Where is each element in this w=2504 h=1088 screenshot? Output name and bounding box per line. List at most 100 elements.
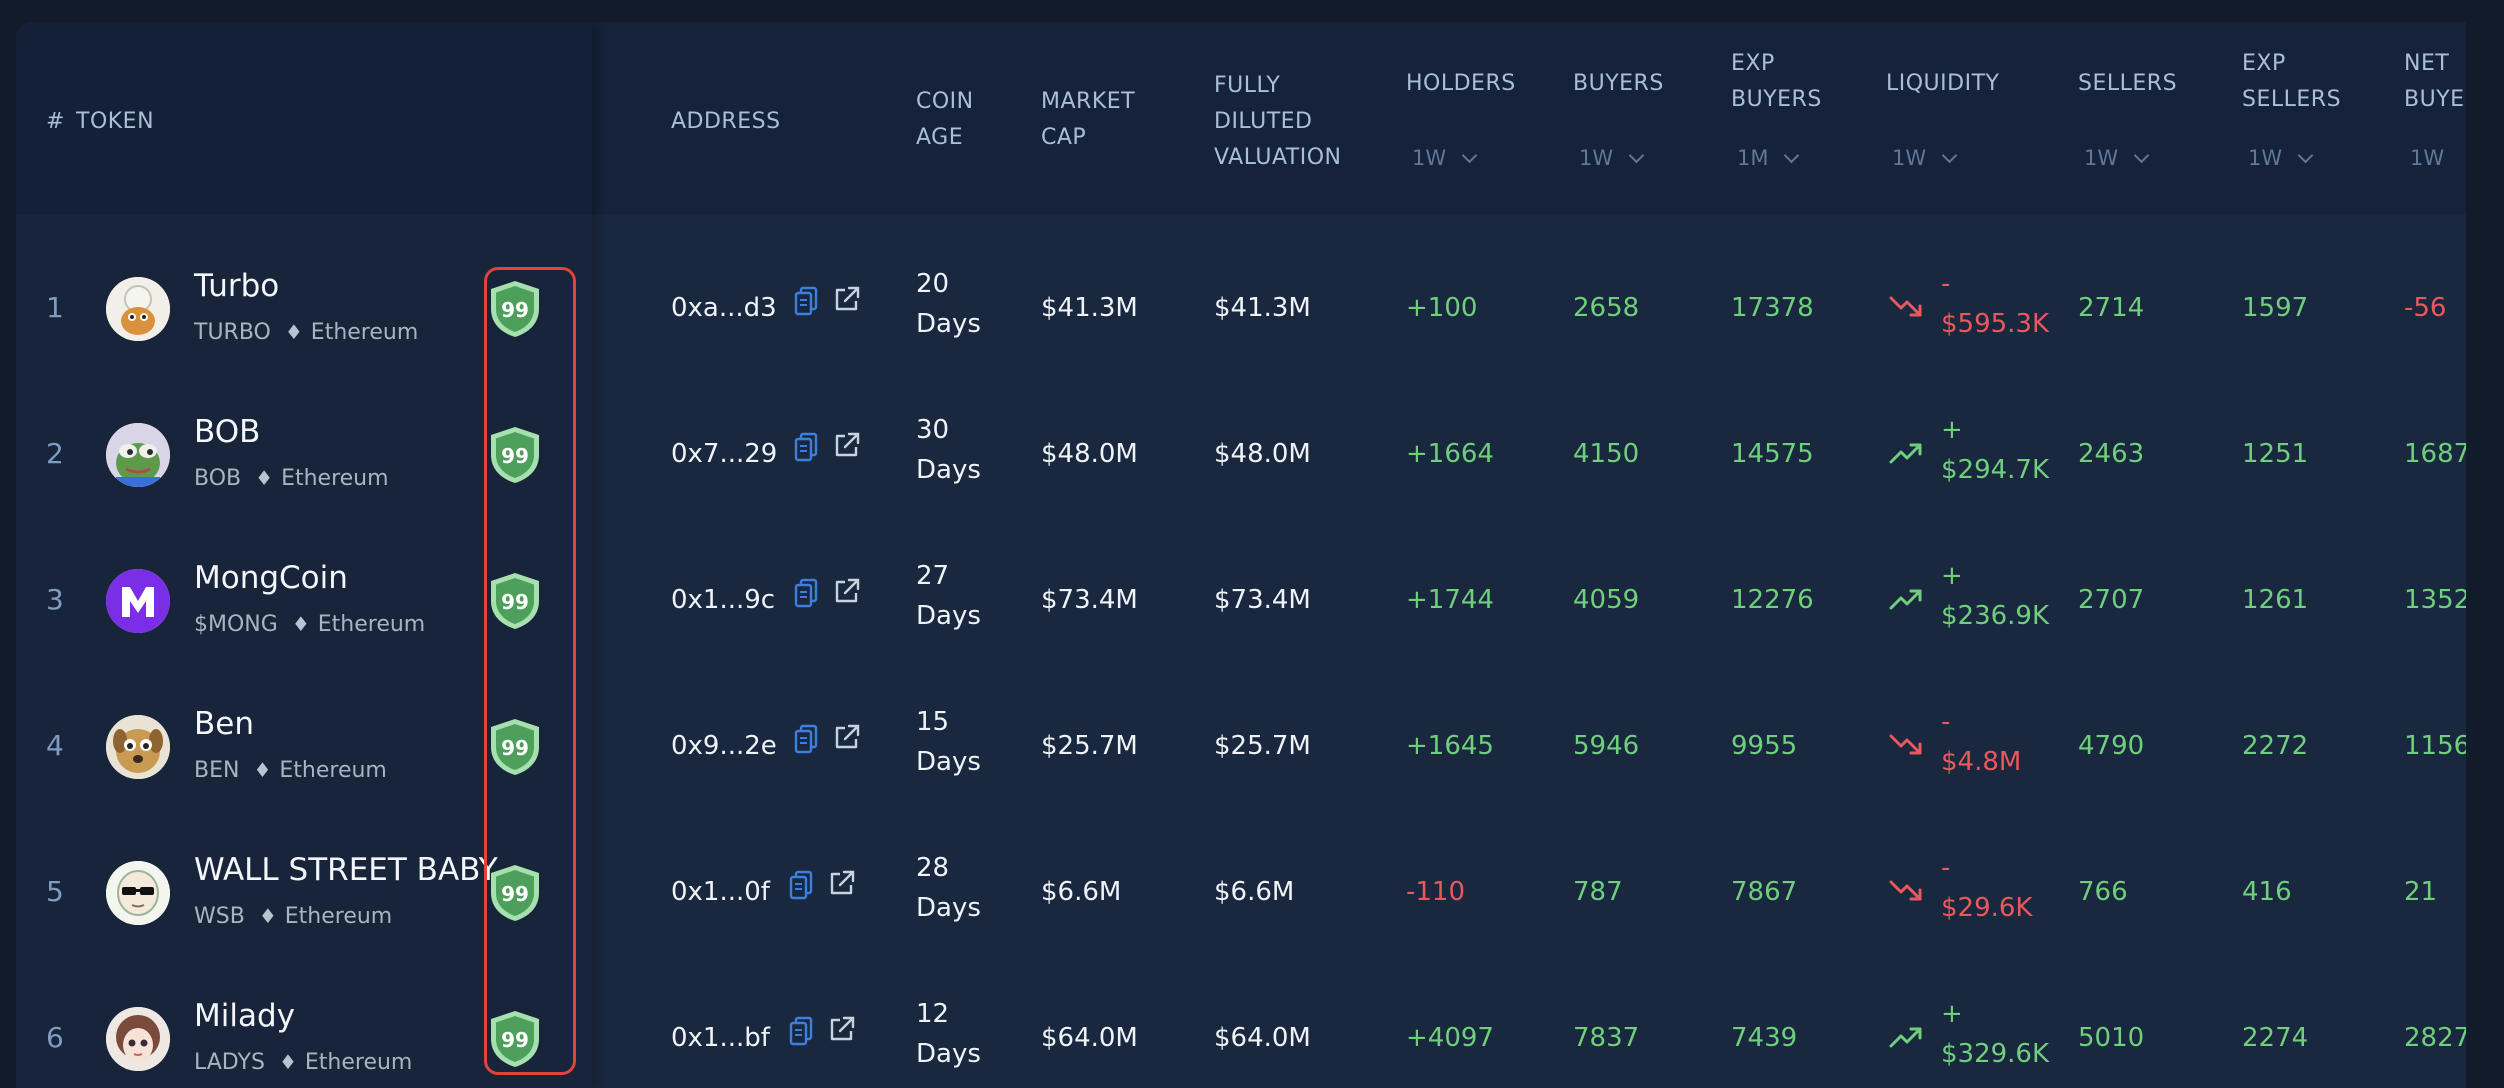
holders-value: +1744 <box>1406 585 1494 615</box>
token-name[interactable]: Milady <box>194 996 295 1036</box>
token-name[interactable]: BOB <box>194 412 260 452</box>
table-row[interactable]: 6 Milady LADYS ♦ Ethereum 99 0x1...bf 12 D… <box>16 966 2466 1088</box>
score-shield-icon[interactable]: 99 <box>488 717 542 777</box>
liquidity-amount: $294.7K <box>1941 455 2050 485</box>
header-fdv[interactable]: FULLY DILUTED VALUATION <box>1214 68 1342 176</box>
header-address: ADDRESS <box>671 109 781 134</box>
header-sellers[interactable]: SELLERS <box>2078 66 2177 102</box>
holders-value: +4097 <box>1406 1023 1494 1053</box>
exp-buyers-value: 7867 <box>1731 877 1798 907</box>
token-chain: Ethereum <box>317 612 426 637</box>
row-rank: 4 <box>46 729 64 762</box>
token-chain: Ethereum <box>279 758 387 783</box>
holders-period-select[interactable]: 1W <box>1412 146 1478 170</box>
buyers-value: 4150 <box>1573 439 1640 469</box>
coin-age-unit: Days <box>916 893 981 923</box>
holders-value: +1664 <box>1406 439 1494 469</box>
header-liquidity[interactable]: LIQUIDITY <box>1886 66 1999 102</box>
header-market-cap[interactable]: MARKET CAP <box>1041 84 1135 156</box>
buyers-period-select[interactable]: 1W <box>1579 146 1645 170</box>
table-row[interactable]: 5 WALL STREET BABY WSB ♦ Ethereum 99 0x1..… <box>16 820 2466 966</box>
liquidity-period-select[interactable]: 1W <box>1892 146 1958 170</box>
score-shield-icon[interactable]: 99 <box>488 863 542 923</box>
header-holders[interactable]: HOLDERS <box>1406 66 1516 102</box>
sellers-period-select[interactable]: 1W <box>2084 146 2150 170</box>
header-coin-age-line1: COIN <box>916 89 974 114</box>
sellers-value: 766 <box>2078 877 2128 907</box>
market-cap: $64.0M <box>1041 1023 1138 1053</box>
external-link-icon[interactable] <box>832 576 862 606</box>
token-sub: BEN ♦ Ethereum <box>194 750 387 791</box>
score-shield-icon[interactable]: 99 <box>488 571 542 631</box>
liquidity-value: + $236.9K <box>1941 556 2049 636</box>
score-value: 99 <box>501 736 529 760</box>
liquidity-value: - $29.6K <box>1941 848 2032 928</box>
market-cap: $73.4M <box>1041 585 1138 615</box>
copy-icon[interactable] <box>789 1016 813 1046</box>
external-link-icon[interactable] <box>832 284 862 314</box>
coin-age: 28 Days <box>916 848 981 928</box>
table-row[interactable]: 2 BOB BOB ♦ Ethereum 99 0x7...29 30 Days $… <box>16 382 2466 528</box>
external-link-icon[interactable] <box>832 722 862 752</box>
exp-sellers-period-select[interactable]: 1W <box>2248 146 2314 170</box>
header-coin-age[interactable]: COIN AGE <box>916 84 974 156</box>
token-name[interactable]: Ben <box>194 704 254 744</box>
table-row[interactable]: 4 Ben BEN ♦ Ethereum 99 0x9...2e 15 Days $… <box>16 674 2466 820</box>
turbo-toad-avatar <box>106 277 170 341</box>
score-shield-icon[interactable]: 99 <box>488 425 542 485</box>
market-cap: $6.6M <box>1041 877 1122 907</box>
coin-age: 30 Days <box>916 410 981 490</box>
external-link-icon[interactable] <box>827 1014 857 1044</box>
header-net-buyers[interactable]: NET BUYERS <box>2404 46 2466 118</box>
buyers-value: 7837 <box>1573 1023 1640 1053</box>
copy-icon[interactable] <box>794 432 818 462</box>
copy-icon[interactable] <box>789 870 813 900</box>
liquidity-sign: - <box>1941 853 1951 883</box>
token-address[interactable]: 0x9...2e <box>671 726 777 766</box>
buyers-value: 787 <box>1573 877 1623 907</box>
exp-sellers-value: 1597 <box>2242 293 2309 323</box>
sellers-value: 2714 <box>2078 293 2145 323</box>
copy-icon[interactable] <box>794 578 818 608</box>
token-name[interactable]: WALL STREET BABY <box>194 850 498 890</box>
token-name[interactable]: Turbo <box>194 266 279 306</box>
liquidity-amount: $29.6K <box>1941 893 2033 923</box>
net-buyers-period-select[interactable]: 1W <box>2410 146 2444 170</box>
liquidity-trend-icon <box>1889 734 1922 755</box>
score-shield-icon[interactable]: 99 <box>488 1009 542 1069</box>
token-address[interactable]: 0xa...d3 <box>671 288 777 328</box>
baby-avatar <box>106 861 170 925</box>
chevron-down-icon <box>1784 147 1800 164</box>
exp-buyers-value: 17378 <box>1731 293 1814 323</box>
score-shield-icon[interactable]: 99 <box>488 279 542 339</box>
copy-icon[interactable] <box>794 724 818 754</box>
external-link-icon[interactable] <box>832 430 862 460</box>
liquidity-amount: $329.6K <box>1941 1039 2050 1069</box>
copy-icon[interactable] <box>794 286 818 316</box>
token-name[interactable]: MongCoin <box>194 558 348 598</box>
external-link-icon[interactable] <box>827 868 857 898</box>
token-address[interactable]: 0x7...29 <box>671 434 777 474</box>
token-address[interactable]: 0x1...0f <box>671 872 770 912</box>
exp-buyers-period-select[interactable]: 1M <box>1737 146 1800 170</box>
token-address[interactable]: 0x1...bf <box>671 1018 770 1058</box>
token-symbol: TURBO <box>194 320 271 345</box>
header-exp-buyers[interactable]: EXP BUYERS <box>1731 46 1822 118</box>
row-rank: 3 <box>46 583 64 616</box>
mong-m-avatar <box>106 569 170 633</box>
token-address[interactable]: 0x1...9c <box>671 580 775 620</box>
chevron-down-icon <box>2297 147 2314 164</box>
table-row[interactable]: 1 Turbo TURBO ♦ Ethereum 99 0xa...d3 20 Da… <box>16 236 2466 382</box>
chevron-down-icon <box>1941 147 1958 164</box>
liquidity-trend-icon <box>1889 880 1922 901</box>
header-market-cap-line1: MARKET <box>1041 89 1136 114</box>
table-row[interactable]: 3 MongCoin $MONG ♦ Ethereum 99 0x1...9c 27… <box>16 528 2466 674</box>
header-token[interactable]: TOKEN <box>76 104 154 140</box>
header-exp-sellers[interactable]: EXP SELLERS <box>2242 46 2341 118</box>
liquidity-amount: $4.8M <box>1941 747 2022 777</box>
token-sub: LADYS ♦ Ethereum <box>194 1042 412 1083</box>
header-buyers[interactable]: BUYERS <box>1573 66 1664 102</box>
liquidity-value: - $4.8M <box>1941 702 2021 782</box>
coin-age-unit: Days <box>916 747 981 777</box>
token-chain: Ethereum <box>284 904 393 929</box>
